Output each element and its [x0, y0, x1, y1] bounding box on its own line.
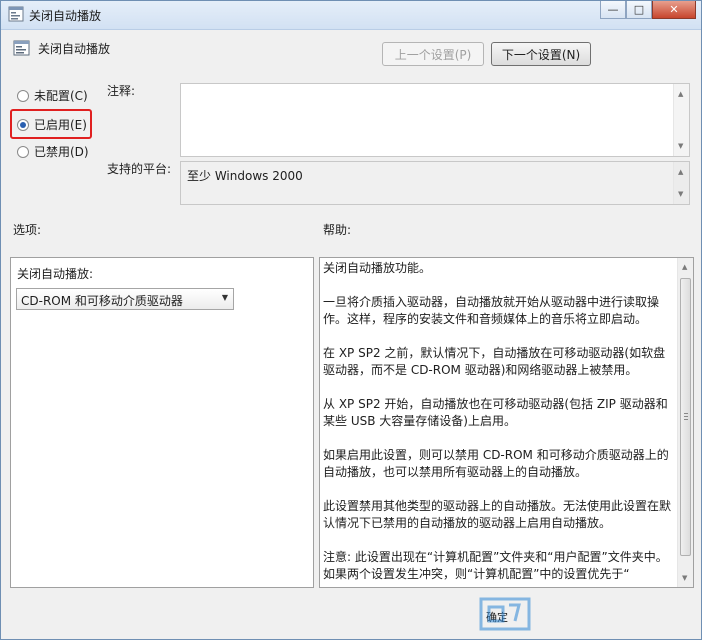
caption-buttons: — □ ✕ — [600, 1, 696, 21]
comment-label: 注释: — [107, 84, 136, 98]
platform-label: 支持的平台: — [107, 162, 172, 176]
select-value: CD-ROM 和可移动介质驱动器 — [21, 294, 183, 308]
maximize-icon: □ — [633, 3, 645, 16]
watermark-logo-icon — [479, 597, 531, 631]
comment-scrollbar[interactable]: ▲ ▼ — [673, 84, 689, 156]
dropdown-arrow-icon[interactable]: ▼ — [222, 293, 228, 302]
setting-title: 关闭自动播放 — [38, 42, 111, 56]
radio-not-configured[interactable]: 未配置(C) — [17, 87, 88, 104]
radio-label: 已禁用(D) — [34, 145, 89, 159]
minimize-button[interactable]: — — [600, 1, 626, 19]
platform-field: 至少 Windows 2000 ▲ ▼ — [180, 161, 690, 205]
enabled-highlight-box — [10, 109, 92, 139]
comment-textarea[interactable]: ▲ ▼ — [180, 83, 690, 157]
radio-disabled[interactable]: 已禁用(D) — [17, 143, 89, 160]
maximize-button[interactable]: □ — [626, 1, 652, 19]
help-paragraph: 如果启用此设置，则可以禁用 CD-ROM 和可移动介质驱动器上的自动播放，也可以… — [323, 448, 669, 479]
scroll-up-icon[interactable]: ▲ — [682, 263, 687, 271]
scroll-up-icon[interactable]: ▲ — [678, 90, 683, 98]
close-button[interactable]: ✕ — [652, 1, 696, 19]
help-paragraph: 从 XP SP2 开始，自动播放也在可移动驱动器(包括 ZIP 驱动器和某些 U… — [323, 397, 668, 428]
next-setting-button[interactable]: 下一个设置(N) — [491, 42, 591, 66]
scroll-down-icon[interactable]: ▼ — [678, 142, 683, 150]
radio-circle[interactable] — [17, 145, 29, 158]
setting-icon — [13, 40, 30, 56]
help-paragraph: 一旦将介质插入驱动器，自动播放就开始从驱动器中进行读取操作。这样，程序的安装文件… — [323, 295, 660, 326]
help-text: 关闭自动播放功能。 一旦将介质插入驱动器，自动播放就开始从驱动器中进行读取操作。… — [323, 260, 673, 600]
options-label: 选项: — [13, 223, 42, 237]
help-paragraph: 关闭自动播放功能。 — [323, 261, 432, 275]
policy-window-icon — [8, 6, 24, 22]
radio-label: 未配置(C) — [34, 89, 88, 103]
minimize-icon: — — [607, 3, 619, 16]
platform-scrollbar[interactable]: ▲ ▼ — [673, 162, 689, 204]
title-bar[interactable]: 关闭自动播放 — □ ✕ — [1, 1, 701, 30]
close-icon: ✕ — [669, 3, 679, 16]
help-paragraph: 此设置禁用其他类型的驱动器上的自动播放。无法使用此设置在默认情况下已禁用的自动播… — [323, 499, 672, 530]
help-label: 帮助: — [323, 223, 352, 237]
prev-setting-button[interactable]: 上一个设置(P) — [382, 42, 484, 66]
platform-value: 至少 Windows 2000 — [187, 169, 303, 183]
autoplay-drive-select[interactable]: CD-ROM 和可移动介质驱动器 ▼ — [16, 288, 234, 310]
scroll-down-icon[interactable]: ▼ — [678, 190, 683, 198]
help-scrollbar[interactable]: ▲ ▼ — [677, 258, 693, 587]
radio-circle[interactable] — [17, 89, 29, 102]
autoplay-field-label: 关闭自动播放: — [17, 267, 94, 281]
window-title: 关闭自动播放 — [29, 9, 102, 23]
scroll-thumb[interactable] — [680, 278, 691, 556]
scroll-down-icon[interactable]: ▼ — [682, 574, 687, 582]
help-paragraph: 注意: 此设置出现在“计算机配置”文件夹和“用户配置”文件夹中。如果两个设置发生… — [323, 550, 668, 581]
dialog-window: 关闭自动播放 — □ ✕ 关闭自动播放 上一个设置(P) 下一个设置(N) 未配… — [0, 0, 702, 640]
help-paragraph: 在 XP SP2 之前，默认情况下，自动播放在可移动驱动器(如软盘驱动器，而不是… — [323, 346, 666, 377]
scroll-up-icon[interactable]: ▲ — [678, 168, 683, 176]
